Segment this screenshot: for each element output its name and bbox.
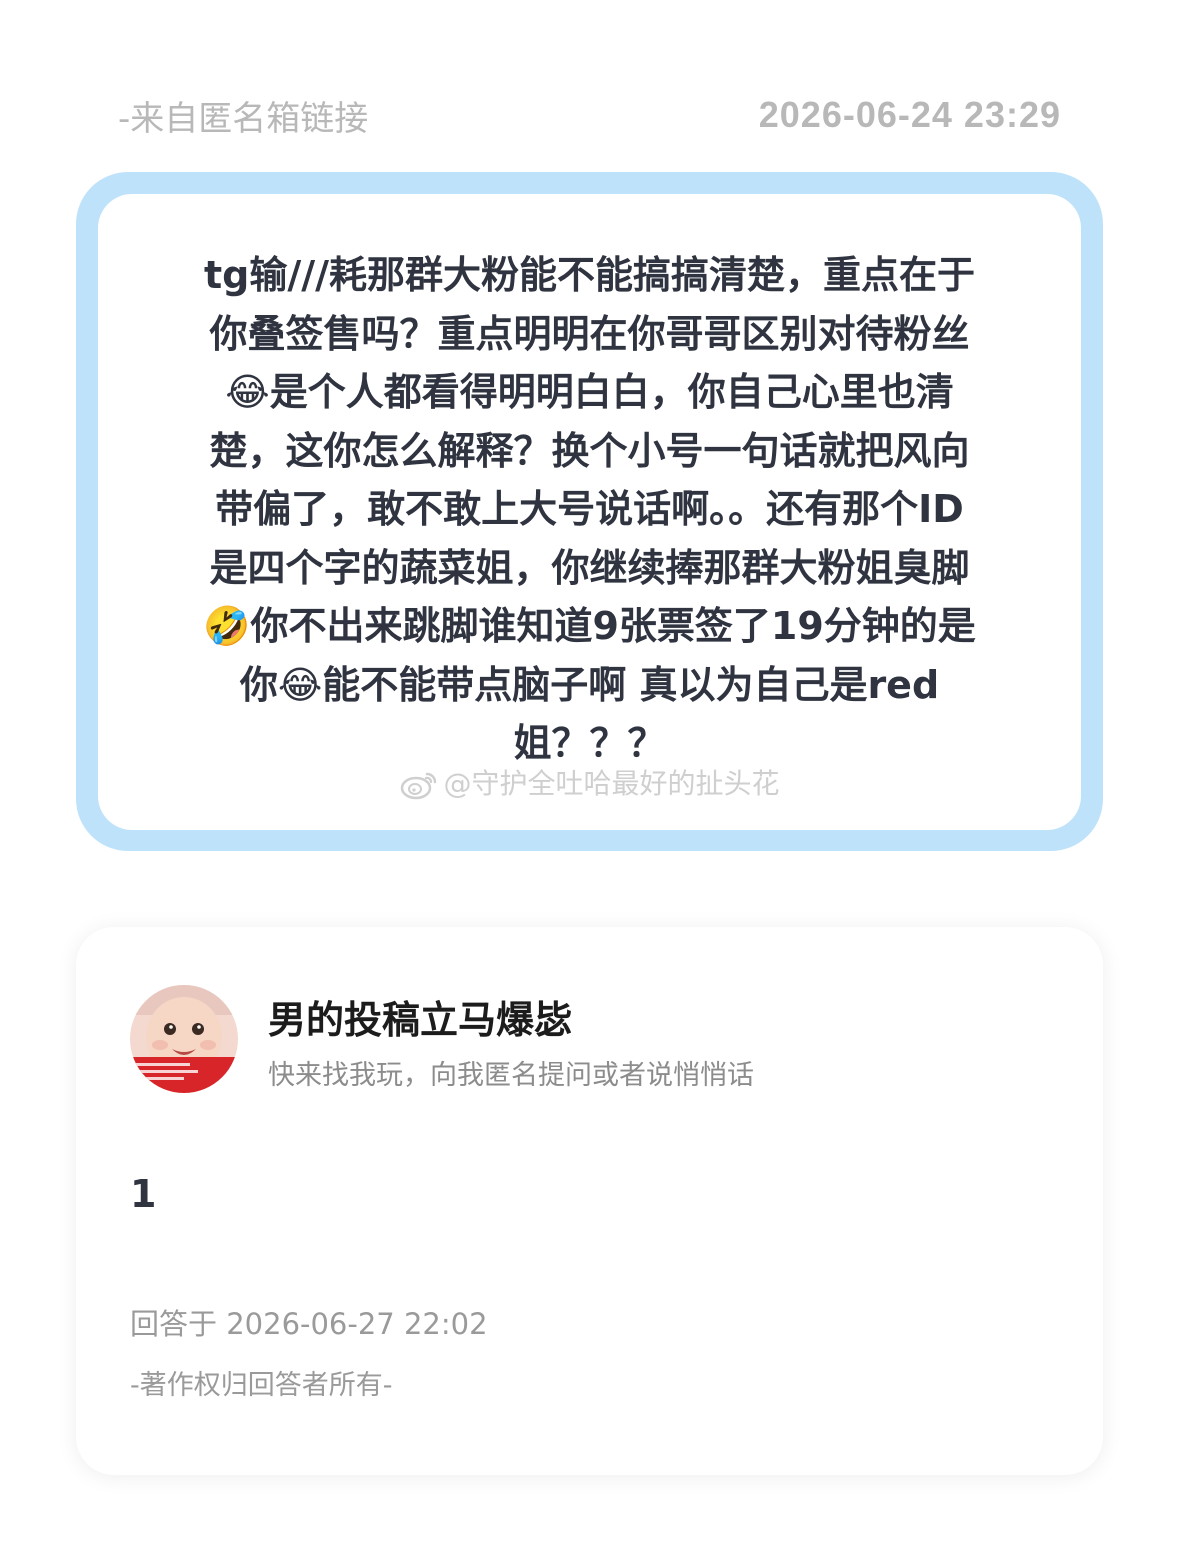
question-card: tg输///耗那群大粉能不能搞搞清楚，重点在于 你叠签售吗？重点明明在你哥哥区别… [98, 194, 1081, 830]
baby-face-avatar-icon [130, 985, 238, 1093]
question-source-label: -来自匿名箱链接 [118, 98, 369, 139]
weibo-icon [401, 772, 437, 800]
watermark-text: @守护全吐哈最好的扯头花 [443, 767, 780, 800]
answer-card: 男的投稿立马爆毖 快来找我玩，向我匿名提问或者说悄悄话 1 回答于 2026-0… [76, 927, 1103, 1475]
question-timestamp: 2026-06-24 23:29 [758, 94, 1061, 135]
author-bio: 快来找我玩，向我匿名提问或者说悄悄话 [268, 1060, 754, 1091]
question-text: tg输///耗那群大粉能不能搞搞清楚，重点在于 你叠签售吗？重点明明在你哥哥区别… [203, 253, 976, 765]
author-name[interactable]: 男的投稿立马爆毖 [268, 989, 572, 1044]
question-meta-row: -来自匿名箱链接 2026-06-24 23:29 [118, 90, 1061, 140]
copyright-notice: -著作权归回答者所有- [130, 1370, 393, 1401]
answer-body: 1 [130, 1172, 157, 1216]
answered-timestamp: 回答于 2026-06-27 22:02 [130, 1307, 488, 1341]
author-avatar[interactable] [130, 985, 238, 1093]
weibo-watermark: @守护全吐哈最好的扯头花 [98, 762, 1081, 802]
